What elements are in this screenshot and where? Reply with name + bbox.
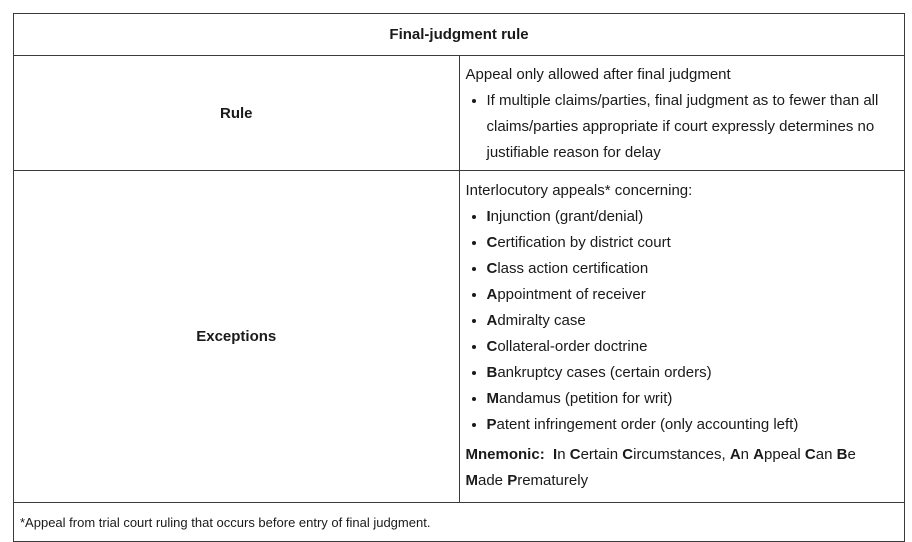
exception-item: Admiralty case	[487, 308, 895, 334]
mnemonic-initial: B	[836, 446, 848, 463]
mnemonic-label: Mnemonic	[465, 446, 540, 463]
rule-content: Appeal only allowed after final judgment…	[458, 55, 905, 171]
exception-item: Class action certification	[487, 256, 895, 282]
mnemonic-initial: A	[753, 446, 765, 463]
exceptions-label: Exceptions	[13, 170, 460, 503]
exception-text: ertification by district court	[497, 234, 671, 251]
exception-item: Collateral-order doctrine	[487, 334, 895, 360]
exception-initial: C	[486, 260, 498, 277]
mnemonic-initial: P	[507, 472, 518, 489]
mnemonic-initial: C	[569, 446, 581, 463]
mnemonic-rest: n	[557, 446, 566, 463]
mnemonic-word: Prematurely	[507, 472, 588, 489]
table-title: Final-judgment rule	[13, 13, 905, 56]
exceptions-row: Exceptions Interlocutory appeals* concer…	[13, 170, 905, 503]
exceptions-content: Interlocutory appeals* concerning: Injun…	[458, 170, 905, 503]
mnemonic-initial: C	[804, 446, 816, 463]
exception-text: njunction (grant/denial)	[490, 208, 644, 225]
mnemonic-word: Can	[805, 446, 833, 463]
mnemonic-word: Certain	[570, 446, 618, 463]
mnemonic-rest: ppeal	[764, 446, 801, 463]
exception-initial: C	[486, 338, 498, 355]
exception-item: Certification by district court	[487, 230, 895, 256]
mnemonic-rest: ertain	[580, 446, 619, 463]
exception-item: Injunction (grant/denial)	[487, 204, 895, 230]
mnemonic-initial: M	[465, 472, 479, 489]
exception-text: ppointment of receiver	[497, 286, 646, 303]
exception-item: Mandamus (petition for writ)	[487, 386, 895, 412]
exception-text: atent infringement order (only accountin…	[496, 416, 799, 433]
exception-item: Bankruptcy cases (certain orders)	[487, 360, 895, 386]
rule-intro: Appeal only allowed after final judgment	[465, 66, 731, 83]
mnemonic-rest: e	[847, 446, 856, 463]
mnemonic-initial: A	[729, 446, 741, 463]
exceptions-list: Injunction (grant/denial) Certification …	[466, 204, 895, 438]
title-row: Final-judgment rule	[13, 13, 905, 56]
mnemonic-rest: ircumstances,	[633, 446, 726, 463]
exception-initial: M	[486, 390, 500, 407]
exception-text: lass action certification	[497, 260, 649, 277]
exception-item: Appointment of receiver	[487, 282, 895, 308]
mnemonic-word: Made	[466, 472, 504, 489]
exception-initial: P	[486, 416, 497, 433]
mnemonic-rest: n	[740, 446, 749, 463]
footnote-row: *Appeal from trial court ruling that occ…	[13, 502, 905, 542]
exception-item: Patent infringement order (only accounti…	[487, 412, 895, 438]
final-judgment-table: Final-judgment rule Rule Appeal only all…	[13, 13, 905, 542]
exception-text: ollateral-order doctrine	[497, 338, 648, 355]
mnemonic-line: Mnemonic: In Certain Circumstances, An A…	[465, 446, 856, 489]
mnemonic-word: In	[553, 446, 566, 463]
rule-label: Rule	[13, 55, 460, 171]
exception-initial: A	[486, 312, 498, 329]
mnemonic-word: An	[730, 446, 749, 463]
rule-bullet-list: If multiple claims/parties, final judgme…	[466, 88, 895, 166]
rule-bullet: If multiple claims/parties, final judgme…	[487, 88, 895, 166]
mnemonic-word: Circumstances,	[622, 446, 725, 463]
mnemonic-rest: rematurely	[517, 472, 589, 489]
mnemonic-rest: ade	[478, 472, 504, 489]
exception-initial: B	[486, 364, 498, 381]
mnemonic-word: Be	[837, 446, 856, 463]
footnote: *Appeal from trial court ruling that occ…	[13, 502, 905, 542]
exception-text: andamus (petition for writ)	[499, 390, 673, 407]
exceptions-intro: Interlocutory appeals* concerning:	[465, 182, 693, 199]
mnemonic-rest: an	[815, 446, 833, 463]
exception-text: ankruptcy cases (certain orders)	[497, 364, 712, 381]
exception-initial: C	[486, 234, 498, 251]
exception-text: dmiralty case	[497, 312, 586, 329]
rule-row: Rule Appeal only allowed after final jud…	[13, 55, 905, 171]
mnemonic-initial: C	[622, 446, 634, 463]
mnemonic-word: Appeal	[753, 446, 801, 463]
exception-initial: A	[486, 286, 498, 303]
